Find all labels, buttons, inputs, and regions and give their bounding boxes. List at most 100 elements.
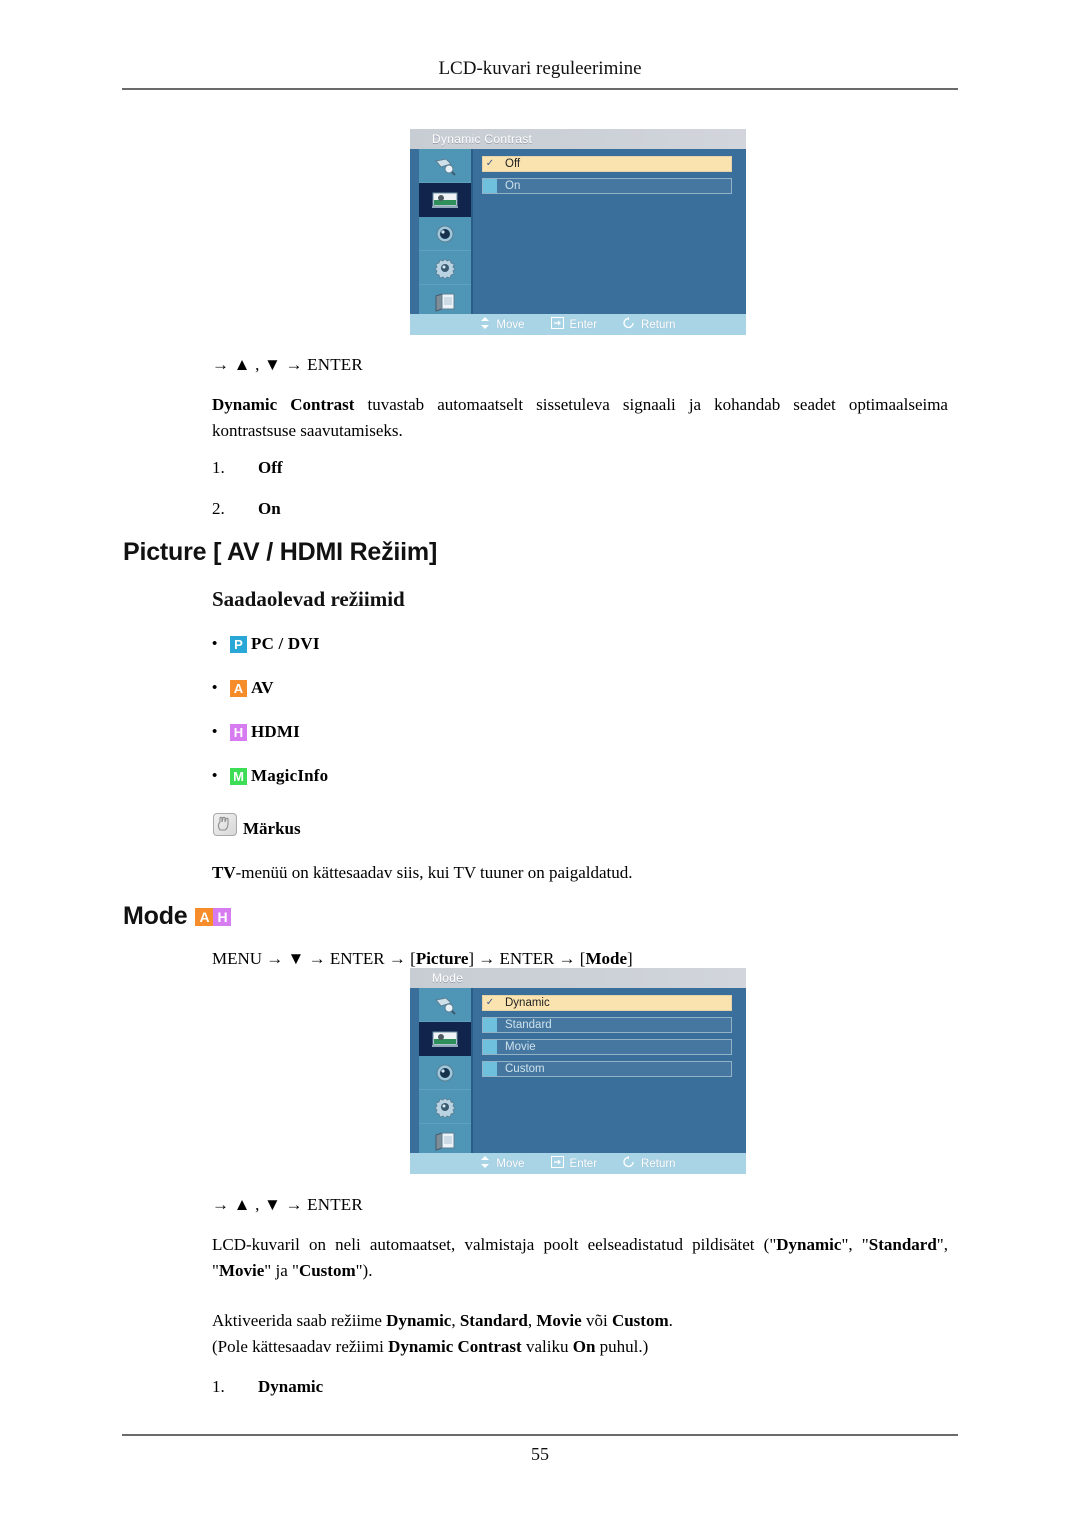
menu-path-part: ]: [627, 949, 633, 968]
mode-availability-note: (Pole kättesaadav režiimi Dynamic Contra…: [212, 1334, 648, 1360]
page-title-picture: Picture [ AV / HDMI Režiim]: [123, 538, 438, 566]
badge-av-icon: A: [230, 679, 247, 697]
para-part: Aktiveerida saab režiime: [212, 1311, 387, 1330]
badge-magicinfo-icon: M: [230, 767, 247, 785]
para-part: valiku: [521, 1337, 573, 1356]
bullet-icon: •: [212, 679, 218, 696]
footer-hint-enter: Enter: [550, 317, 598, 332]
enter-icon: [550, 1156, 564, 1171]
bullet-icon: •: [212, 723, 218, 740]
note-term: TV: [212, 863, 236, 882]
mode-activation-paragraph: Aktiveerida saab režiime Dynamic, Standa…: [212, 1308, 673, 1334]
subheading-available-modes: Saadaolevad režiimid: [212, 587, 405, 611]
sidebar-icon-setup[interactable]: [419, 1090, 471, 1124]
osd-title: Dynamic Contrast: [410, 129, 746, 149]
osd-option-custom[interactable]: Custom: [482, 1061, 732, 1077]
row-chip: [483, 179, 497, 193]
osd-option-standard[interactable]: Standard: [482, 1017, 732, 1033]
check-icon: ✓: [483, 157, 497, 171]
note-hand-icon: [213, 813, 237, 836]
mode-label: AV: [251, 678, 274, 697]
list-number: 1.: [212, 1377, 225, 1396]
osd-footer: Move Enter Return: [410, 314, 746, 335]
para-bold: Custom: [611, 1311, 669, 1330]
para-bold: Standard: [868, 1235, 937, 1254]
footer-hint-return: Return: [623, 1156, 676, 1171]
footer-rule: [122, 1434, 958, 1436]
footer-hint-move: Move: [480, 1156, 525, 1171]
para-bold: Movie: [536, 1311, 582, 1330]
page-number: 55: [531, 1444, 549, 1464]
note-text: TV-menüü on kättesaadav siis, kui TV tuu…: [212, 860, 948, 886]
para-part: ").: [355, 1261, 373, 1280]
osd-option-label: On: [505, 180, 521, 192]
sidebar-icon-sound[interactable]: [419, 217, 471, 251]
menu-path-part: ] → ENTER → [: [468, 949, 586, 968]
menu-path-part: MENU → ▼ → ENTER → [: [212, 949, 416, 968]
enter-icon: [550, 317, 564, 332]
mode-label: PC / DVI: [251, 634, 320, 653]
badge-hdmi-icon: H: [230, 723, 247, 741]
osd-dynamic-contrast: Dynamic Contrast ✓ Off On Move Enter Ret…: [410, 129, 746, 335]
para-bold: Dynamic: [386, 1311, 452, 1330]
return-icon: [623, 1156, 635, 1171]
mode-item-av: • A AV: [212, 678, 274, 698]
badge-pc-dvi-icon: P: [230, 635, 247, 653]
para-part: ,: [451, 1311, 460, 1330]
nav-hint-mode: → ▲ , ▼ → ENTER: [212, 1195, 363, 1214]
mode-description-paragraph: LCD-kuvaril on neli automaatset, valmist…: [212, 1232, 948, 1284]
para-part: puhul.): [595, 1337, 649, 1356]
osd-option-dynamic[interactable]: ✓ Dynamic: [482, 995, 732, 1011]
sidebar-icon-input[interactable]: [419, 988, 471, 1022]
para-bold: Dynamic: [776, 1235, 842, 1254]
badge-av-icon: A: [195, 908, 214, 926]
osd-sidebar: [419, 988, 473, 1158]
osd-title: Mode: [410, 968, 746, 988]
osd-option-label: Off: [505, 158, 521, 170]
row-chip: [483, 1018, 497, 1032]
list-value: Off: [258, 458, 283, 477]
note-text-rest: -menüü on kättesaadav siis, kui TV tuune…: [235, 863, 633, 882]
footer-label: Move: [496, 318, 525, 331]
note-title: Märkus: [243, 819, 301, 838]
list-number: 2.: [212, 499, 225, 518]
menu-path-bold: Picture: [415, 949, 469, 968]
para-bold: Movie: [218, 1261, 265, 1280]
sidebar-icon-picture[interactable]: [419, 183, 471, 217]
sidebar-icon-input[interactable]: [419, 149, 471, 183]
osd-option-label: Custom: [505, 1063, 545, 1075]
badge-hdmi-icon: H: [213, 908, 232, 926]
osd-body: ✓ Off On: [410, 149, 746, 319]
mode-label: MagicInfo: [251, 766, 329, 785]
move-icon: [480, 1156, 490, 1171]
osd-option-label: Standard: [505, 1019, 552, 1031]
para-bold: Standard: [459, 1311, 528, 1330]
dynamic-contrast-description: Dynamic Contrast tuvastab automaatselt s…: [212, 392, 948, 444]
mode-item-magicinfo: • M MagicInfo: [212, 766, 328, 786]
menu-path-bold: Mode: [585, 949, 628, 968]
bullet-icon: •: [212, 767, 218, 784]
bullet-icon: •: [212, 635, 218, 652]
sidebar-icon-sound[interactable]: [419, 1056, 471, 1090]
sidebar-icon-setup[interactable]: [419, 251, 471, 285]
para-part: või: [581, 1311, 612, 1330]
footer-label: Enter: [569, 318, 598, 331]
page-title-mode: Mode A H: [123, 902, 232, 931]
list-number: 1.: [212, 458, 225, 477]
para-part: LCD-kuvaril on neli automaatset, valmist…: [212, 1235, 777, 1254]
osd-body: ✓ Dynamic Standard Movie Custom: [410, 988, 746, 1158]
sidebar-icon-picture[interactable]: [419, 1022, 471, 1056]
para-bold: On: [572, 1337, 596, 1356]
osd-option-off[interactable]: ✓ Off: [482, 156, 732, 172]
return-icon: [623, 317, 635, 332]
osd-sidebar: [419, 149, 473, 319]
footer-label: Return: [641, 318, 676, 331]
osd-option-movie[interactable]: Movie: [482, 1039, 732, 1055]
osd-option-on[interactable]: On: [482, 178, 732, 194]
list-value: On: [258, 499, 281, 518]
desc-term: Dynamic Contrast: [212, 395, 355, 414]
list-value: Dynamic: [258, 1377, 324, 1396]
footer-label: Enter: [569, 1157, 598, 1170]
row-chip: [483, 1040, 497, 1054]
footer-label: Move: [496, 1157, 525, 1170]
